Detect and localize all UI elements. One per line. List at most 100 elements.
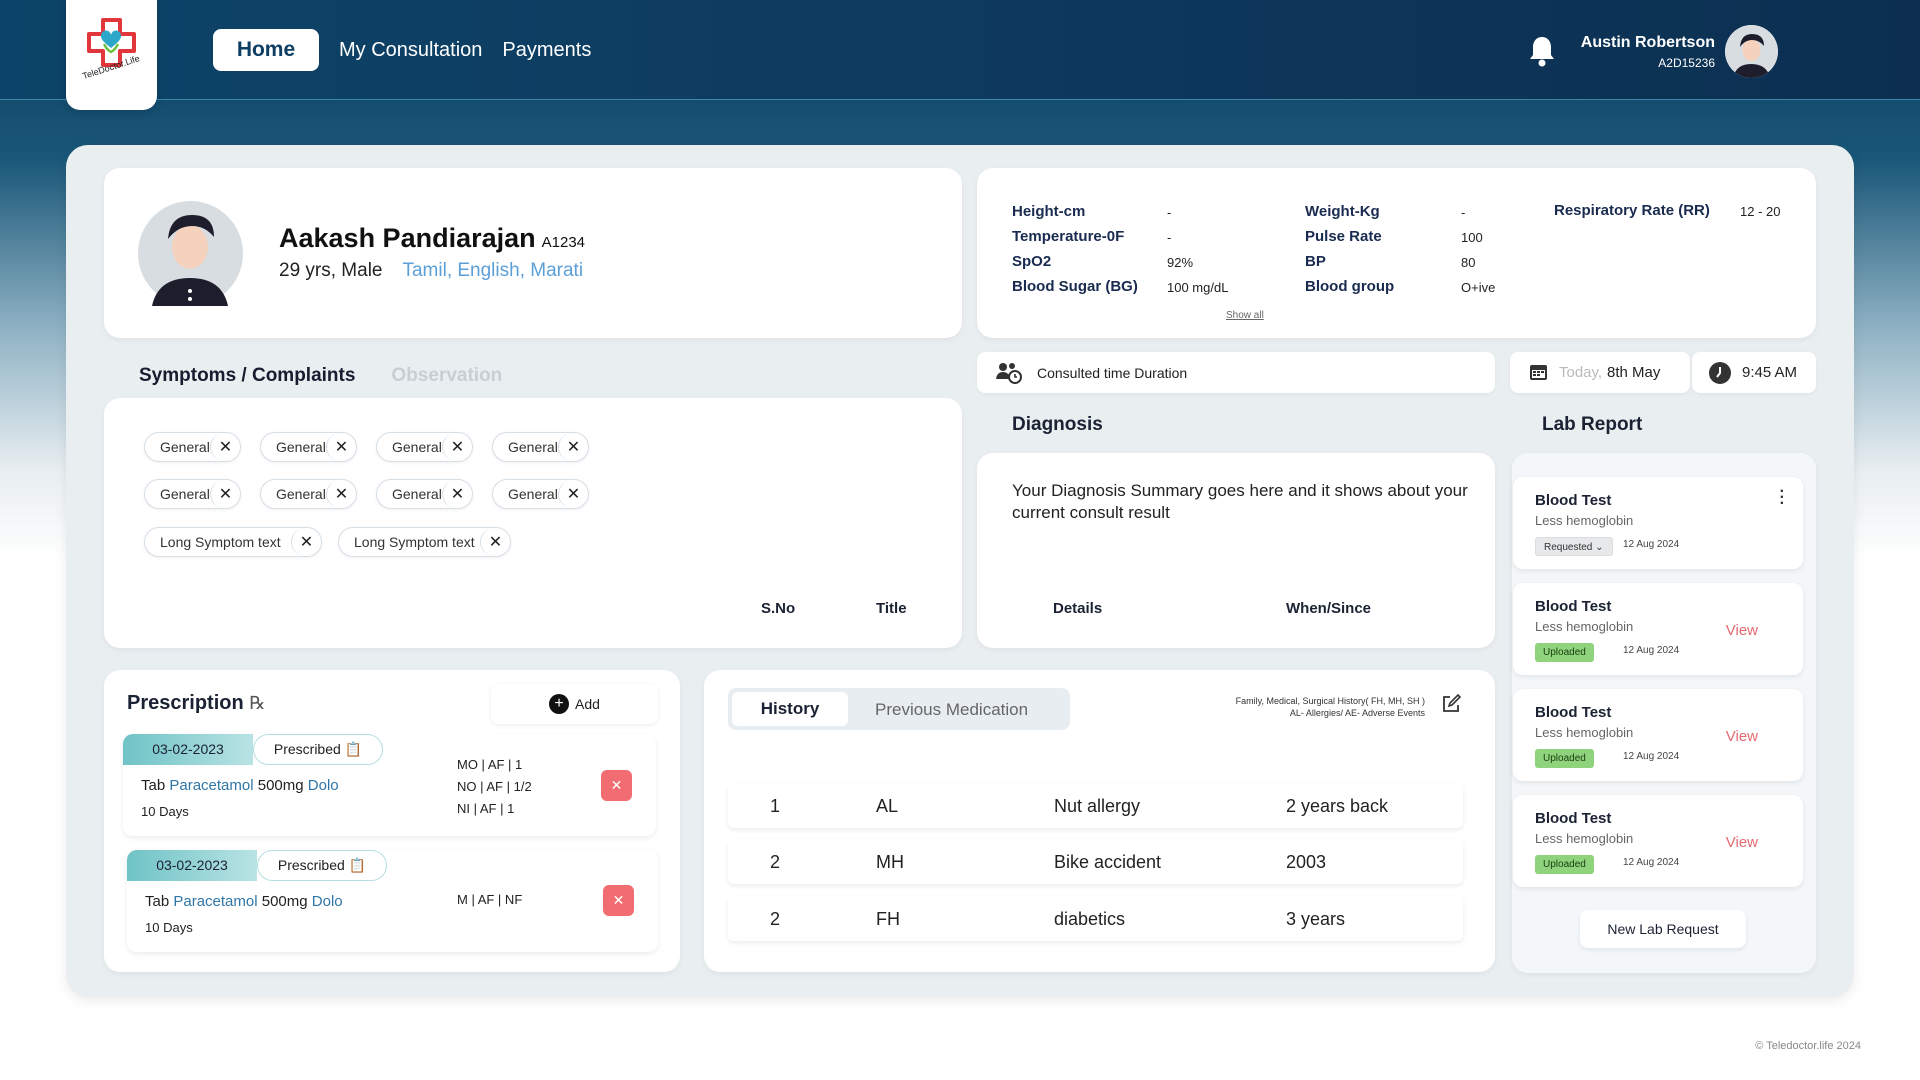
- prescription-drug: Tab Paracetamol 500mg Dolo: [141, 777, 339, 794]
- consult-time-pill: 9:45 AM: [1692, 352, 1816, 393]
- close-icon[interactable]: ✕: [558, 433, 588, 461]
- close-icon[interactable]: ✕: [558, 480, 588, 508]
- delete-prescription-button[interactable]: ✕: [603, 885, 634, 916]
- patient-code: A1234: [541, 234, 585, 251]
- prescription-status-label: Prescribed: [277, 857, 345, 873]
- close-icon[interactable]: ✕: [326, 480, 356, 508]
- close-icon[interactable]: ✕: [442, 433, 472, 461]
- vital-bp-value: 80: [1461, 255, 1476, 270]
- user-info[interactable]: Austin Robertson A2D15236: [1581, 34, 1715, 70]
- bell-icon[interactable]: [1526, 34, 1558, 68]
- prescription-status: Prescribed 📋: [257, 850, 387, 881]
- symptom-chip[interactable]: General ✕: [144, 432, 241, 462]
- close-icon[interactable]: ✕: [442, 480, 472, 508]
- lab-view-link[interactable]: View: [1726, 622, 1758, 639]
- lab-test-item[interactable]: Blood Test Less hemoglobin Uploaded 12 A…: [1513, 689, 1803, 781]
- teledoctor-logo[interactable]: TeleDoctor.Life: [66, 0, 157, 110]
- history-legend-line: AL- Allergies/ AE- Adverse Events: [1289, 708, 1425, 718]
- drug-brand: Dolo: [311, 893, 343, 910]
- vital-bp-label: BP: [1305, 253, 1326, 270]
- symptom-chip[interactable]: General ✕: [492, 479, 589, 509]
- lab-test-name: Blood Test: [1535, 704, 1612, 721]
- table-row[interactable]: 1 AL Nut allergy 2 years back: [728, 783, 1463, 828]
- consult-today-label: Today,: [1559, 364, 1603, 381]
- symptom-chip[interactable]: General ✕: [376, 432, 473, 462]
- patient-name: Aakash Pandiarajan A1234: [279, 223, 585, 254]
- nav-home[interactable]: Home: [213, 29, 319, 71]
- lab-test-date: 12 Aug 2024: [1623, 645, 1680, 656]
- symptom-chip[interactable]: General ✕: [260, 479, 357, 509]
- tab-previous-medication[interactable]: Previous Medication: [875, 700, 1028, 720]
- user-avatar[interactable]: [1725, 25, 1778, 78]
- history-cell: 2: [770, 852, 781, 872]
- footer-copyright: © Teledoctor.life 2024: [1755, 1040, 1861, 1052]
- patient-name-text: Aakash Pandiarajan: [279, 223, 536, 253]
- patient-languages: Tamil, English, Marati: [402, 260, 584, 281]
- nav-my-consultation[interactable]: My Consultation: [339, 39, 482, 62]
- prescription-schedule: M | AF | NF: [457, 889, 522, 911]
- history-legend: Family, Medical, Surgical History( FH, M…: [1236, 695, 1425, 719]
- lab-test-item[interactable]: Blood Test Less hemoglobin Uploaded 12 A…: [1513, 795, 1803, 887]
- lab-test-item[interactable]: Blood Test Less hemoglobin Requested ⌄ 1…: [1513, 477, 1803, 569]
- symptom-chip[interactable]: Long Symptom text ✕: [144, 527, 322, 557]
- symptom-chip[interactable]: General ✕: [492, 432, 589, 462]
- symptom-chip-label: General: [508, 486, 558, 502]
- lab-test-date: 12 Aug 2024: [1623, 751, 1680, 762]
- close-icon[interactable]: ✕: [326, 433, 356, 461]
- consult-time: 9:45 AM: [1742, 364, 1798, 381]
- close-icon: ✕: [610, 777, 623, 793]
- history-cell: MH: [876, 852, 904, 872]
- symptom-chip-label: General: [276, 439, 326, 455]
- add-prescription-button[interactable]: + Add: [491, 684, 658, 724]
- new-lab-request-button[interactable]: New Lab Request: [1580, 910, 1746, 948]
- prescription-days: 10 Days: [141, 804, 189, 819]
- schedule-line: MO | AF | 1: [457, 757, 523, 772]
- drug-dose: 500mg: [257, 777, 304, 794]
- close-icon[interactable]: ✕: [210, 480, 240, 508]
- lab-view-link[interactable]: View: [1726, 728, 1758, 745]
- show-all-link[interactable]: Show all: [1226, 310, 1264, 321]
- edit-icon[interactable]: [1441, 693, 1462, 719]
- close-icon[interactable]: ✕: [291, 528, 321, 556]
- history-cell: AL: [876, 796, 899, 816]
- symptom-chip-label: Long Symptom text: [354, 534, 475, 550]
- schedule-line: NO | AF | 1/2: [457, 779, 532, 794]
- drug-prefix: Tab: [145, 893, 170, 910]
- close-icon[interactable]: ✕: [480, 528, 510, 556]
- delete-prescription-button[interactable]: ✕: [601, 770, 632, 801]
- table-row[interactable]: 2 FH diabetics 3 years: [728, 896, 1463, 941]
- lab-status-dropdown[interactable]: Requested ⌄: [1535, 537, 1613, 556]
- main-nav: Home My Consultation Payments: [213, 29, 611, 71]
- close-icon[interactable]: ✕: [210, 433, 240, 461]
- consult-date-pill: Today, 8th May: [1510, 352, 1690, 393]
- symptom-chip[interactable]: Long Symptom text ✕: [338, 527, 511, 557]
- prescription-days: 10 Days: [145, 920, 193, 935]
- symptom-chip[interactable]: General ✕: [376, 479, 473, 509]
- table-row[interactable]: 2 MH Bike accident 2003: [728, 839, 1463, 884]
- prescription-title: Prescription ℞: [127, 692, 265, 715]
- prescription-item: 03-02-2023 Prescribed 📋 Tab Paracetamol …: [123, 734, 656, 836]
- prescription-schedule: MO | AF | 1 NO | AF | 1/2 NI | AF | 1: [457, 754, 532, 820]
- vital-blood-sugar-value: 100 mg/dL: [1167, 280, 1229, 295]
- vital-blood-sugar-label: Blood Sugar (BG): [1012, 278, 1138, 295]
- symptom-chip-label: Long Symptom text: [160, 534, 281, 550]
- more-vertical-icon[interactable]: · · ·: [1780, 484, 1785, 512]
- tab-symptoms[interactable]: Symptoms / Complaints: [139, 365, 355, 386]
- tab-observation[interactable]: Observation: [391, 365, 502, 386]
- symptom-tabs: Symptoms / Complaints Observation: [139, 365, 502, 387]
- lab-view-link[interactable]: View: [1726, 834, 1758, 851]
- symptom-chip-label: General: [160, 486, 210, 502]
- nav-payments[interactable]: Payments: [502, 39, 591, 62]
- lab-test-note: Less hemoglobin: [1535, 831, 1634, 846]
- vital-blood-group-value: O+ive: [1461, 280, 1496, 295]
- vital-blood-group-label: Blood group: [1305, 278, 1395, 295]
- tab-history[interactable]: History: [732, 692, 848, 726]
- prescription-date: 03-02-2023: [123, 734, 253, 765]
- symptom-chip[interactable]: General ✕: [260, 432, 357, 462]
- symptom-chip[interactable]: General ✕: [144, 479, 241, 509]
- lab-test-item[interactable]: Blood Test Less hemoglobin Uploaded 12 A…: [1513, 583, 1803, 675]
- vital-pulse-value: 100: [1461, 230, 1483, 245]
- plus-circle-icon: +: [549, 694, 570, 714]
- diagnosis-card: Your Diagnosis Summary goes here and it …: [977, 453, 1495, 648]
- consult-date: 8th May: [1607, 364, 1661, 381]
